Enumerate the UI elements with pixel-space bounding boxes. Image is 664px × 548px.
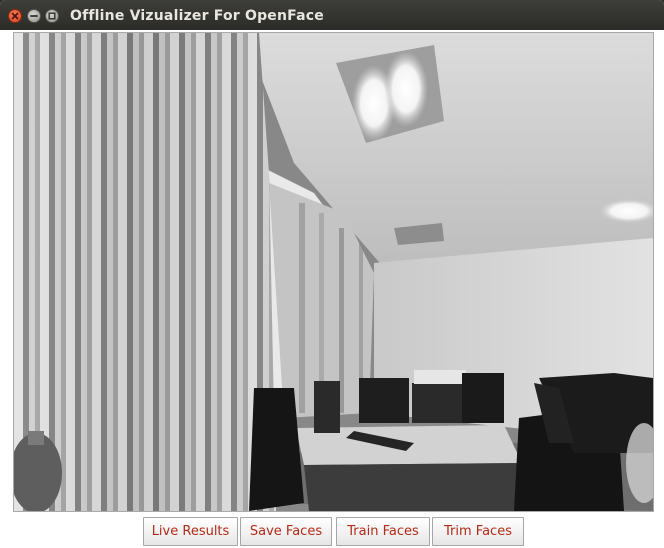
train-faces-button[interactable]: Train Faces [336,517,430,546]
live-results-button[interactable]: Live Results [143,517,238,546]
close-icon[interactable] [8,9,22,23]
window-title: Offline Vizualizer For OpenFace [70,8,324,24]
save-faces-button[interactable]: Save Faces [240,517,332,546]
app-window: Offline Vizualizer For OpenFace Live Res… [0,0,664,548]
trim-faces-button[interactable]: Trim Faces [432,517,524,546]
webcam-image [14,33,653,511]
video-frame [13,32,654,512]
window-content: Live Results Save Faces Train Faces Trim… [2,30,662,548]
maximize-icon[interactable] [45,9,59,23]
minimize-icon[interactable] [27,9,41,23]
title-bar[interactable]: Offline Vizualizer For OpenFace [0,0,664,30]
